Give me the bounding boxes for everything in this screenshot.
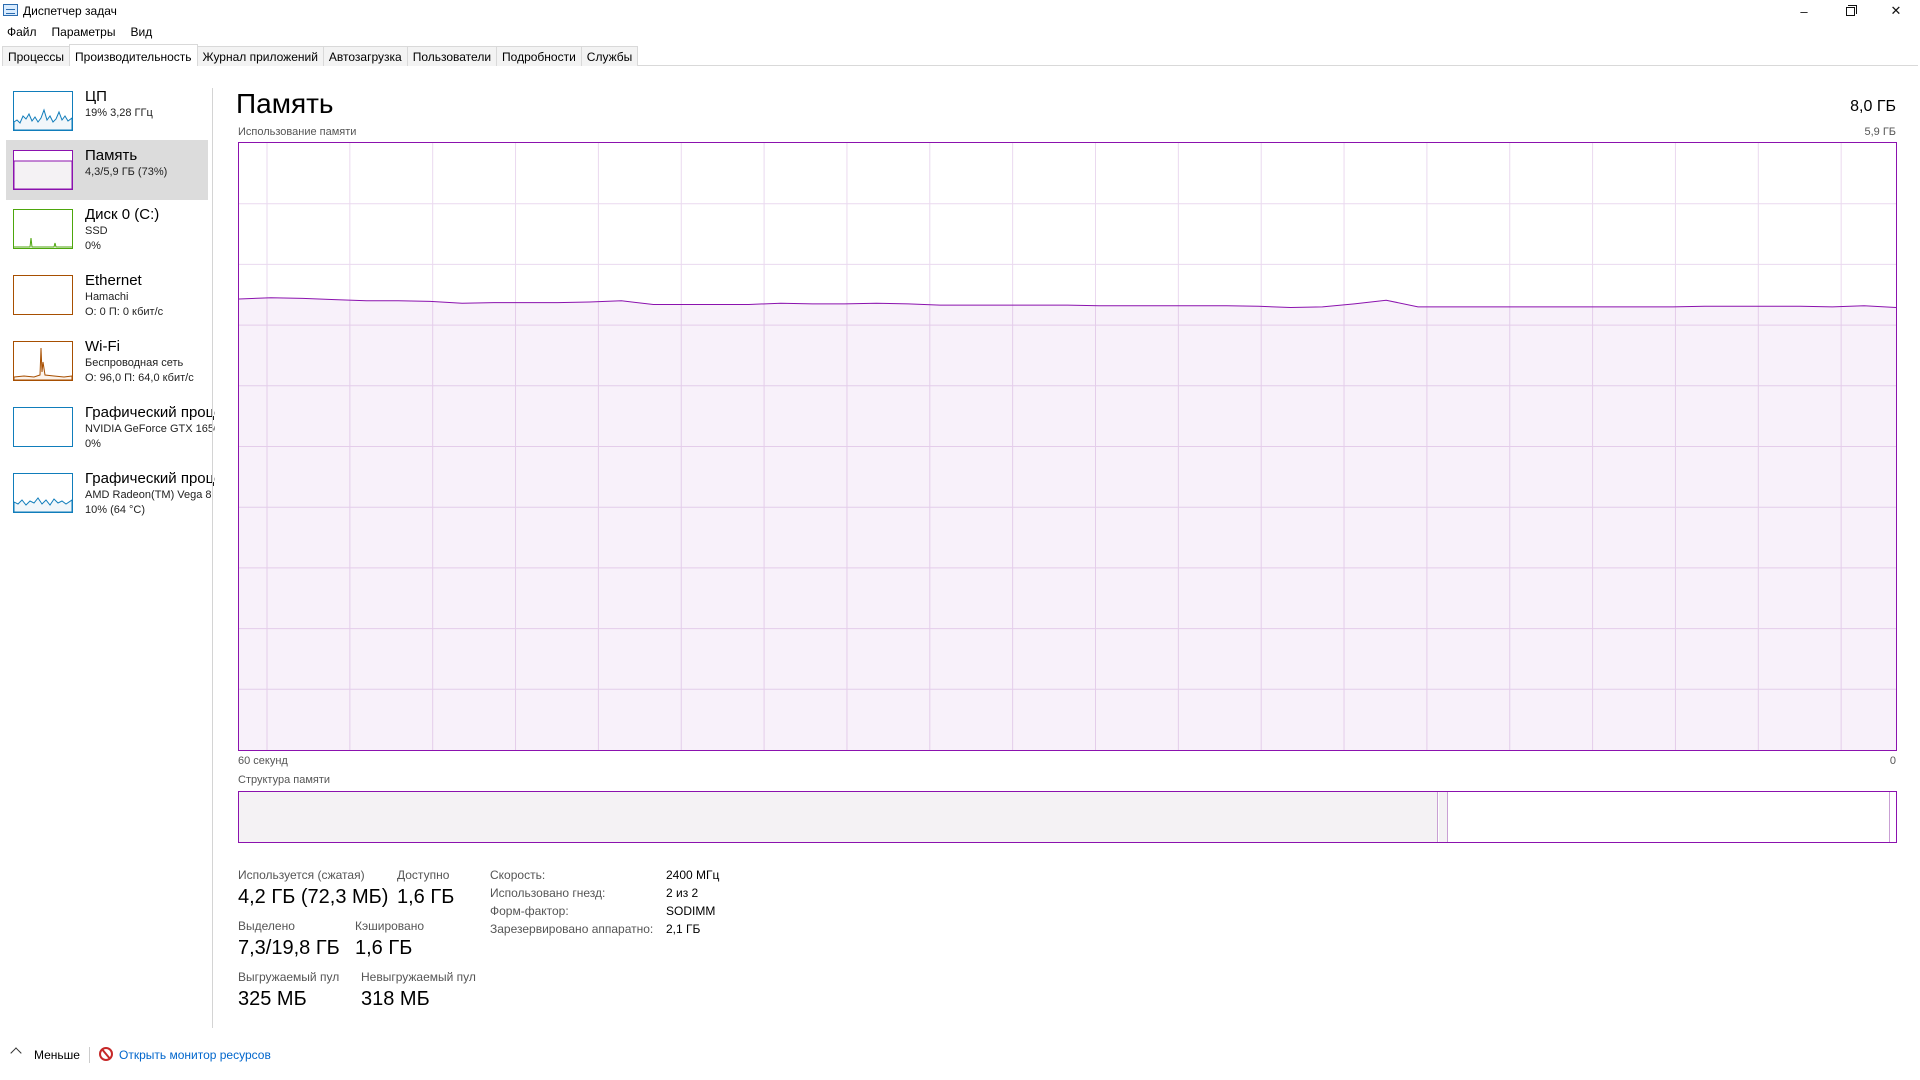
- sidebar-item-detail: Беспроводная сеть: [85, 357, 184, 369]
- title-bar: Диспетчер задач – ✕: [0, 0, 1920, 22]
- sidebar-item-detail: AMD Radeon(TM) Vega 8: [85, 489, 212, 501]
- usage-graph-label: Использование памяти: [238, 126, 357, 138]
- nonpaged-pool-value: 318 МБ: [361, 988, 430, 1010]
- spec-form-factor-label: Форм-фактор:: [490, 904, 569, 918]
- total-memory: 8,0 ГБ: [1850, 98, 1896, 115]
- committed-value: 7,3/19,8 ГБ: [238, 937, 340, 959]
- open-resource-monitor-link[interactable]: Открыть монитор ресурсов: [119, 1048, 271, 1062]
- chevron-up-icon[interactable]: [10, 1047, 22, 1059]
- committed-label: Выделено: [238, 919, 295, 933]
- memory-composition-bar: [238, 791, 1897, 843]
- sidebar-item-detail: О: 0 П: 0 кбит/с: [85, 306, 164, 318]
- composition-in-use[interactable]: [239, 792, 1438, 842]
- spec-form-factor-value: SODIMM: [666, 904, 716, 918]
- paged-pool-value: 325 МБ: [238, 988, 307, 1010]
- task-manager-icon: [3, 4, 18, 16]
- menu-bar: Файл Параметры Вид: [0, 23, 160, 43]
- sidebar-item-detail: SSD: [85, 225, 108, 237]
- menu-options[interactable]: Параметры: [45, 23, 124, 43]
- disk-mini-graph: [13, 209, 73, 249]
- sidebar-divider: [212, 88, 213, 1028]
- sidebar-item-gpu0[interactable]: Графический процессор 0 NVIDIA GeForce G…: [6, 402, 215, 462]
- gpu1-mini-graph: [13, 473, 73, 513]
- graph-zero-label: 0: [1889, 755, 1896, 767]
- spec-slots-value: 2 из 2: [666, 886, 699, 900]
- sidebar-item-label: Диск 0 (C:): [85, 206, 160, 223]
- sidebar-item-label: ЦП: [85, 88, 107, 105]
- tab-details[interactable]: Подробности: [496, 46, 582, 66]
- memory-usage-graph: [238, 142, 1897, 751]
- sidebar-item-label: Ethernet: [85, 272, 142, 289]
- footer-separator: [89, 1047, 90, 1063]
- tab-users[interactable]: Пользователи: [406, 46, 498, 66]
- tab-services[interactable]: Службы: [580, 46, 639, 66]
- sidebar-item-detail: NVIDIA GeForce GTX 1650: [85, 423, 215, 435]
- wifi-mini-graph: [13, 341, 73, 381]
- paged-pool-label: Выгружаемый пул: [238, 970, 340, 984]
- usage-area: [239, 297, 1896, 750]
- nonpaged-pool-label: Невыгружаемый пул: [361, 970, 476, 984]
- sidebar-item-detail: 19% 3,28 ГГц: [85, 107, 153, 119]
- memory-structure-label: Структура памяти: [238, 774, 331, 786]
- sidebar-item-detail: 0%: [85, 438, 101, 450]
- sidebar-item-label: Wi-Fi: [85, 338, 120, 355]
- spec-speed-label: Скорость:: [490, 868, 546, 882]
- in-use-value: 4,2 ГБ (72,3 МБ): [238, 886, 389, 908]
- tab-performance[interactable]: Производительность: [69, 44, 198, 66]
- minimize-button[interactable]: –: [1781, 0, 1827, 22]
- tab-app-history[interactable]: Журнал приложений: [196, 46, 324, 66]
- cached-label: Кэшировано: [355, 919, 425, 933]
- sidebar-item-detail: 10% (64 °C): [85, 504, 146, 516]
- sidebar-item-label: Память: [85, 147, 138, 164]
- cpu-mini-graph: [13, 91, 73, 131]
- sidebar-item-disk[interactable]: Диск 0 (C:) SSD 0%: [6, 204, 208, 264]
- sidebar-item-detail: О: 96,0 П: 64,0 кбит/с: [85, 372, 194, 384]
- in-use-label: Используется (сжатая): [238, 868, 365, 882]
- graph-time-label: 60 секунд: [238, 755, 288, 767]
- window-title: Диспетчер задач: [23, 4, 117, 18]
- sidebar-item-detail: 4,3/5,9 ГБ (73%): [85, 166, 168, 178]
- composition-standby[interactable]: [1448, 792, 1890, 842]
- sidebar-item-ethernet[interactable]: Ethernet Hamachi О: 0 П: 0 кбит/с: [6, 270, 208, 330]
- sidebar-item-memory[interactable]: Память 4,3/5,9 ГБ (73%): [6, 140, 208, 200]
- sidebar-item-gpu1[interactable]: Графический процессор 1 AMD Radeon(TM) V…: [6, 468, 215, 528]
- sidebar-item-detail: Hamachi: [85, 291, 129, 303]
- sidebar-item-wifi[interactable]: Wi-Fi Беспроводная сеть О: 96,0 П: 64,0 …: [6, 336, 208, 396]
- spec-reserved-label: Зарезервировано аппаратно:: [490, 922, 654, 936]
- sidebar-item-detail: 0%: [85, 240, 101, 252]
- page-title: Память: [236, 88, 334, 119]
- spec-speed-value: 2400 МГц: [666, 868, 720, 882]
- sidebar-item-cpu[interactable]: ЦП 19% 3,28 ГГц: [6, 86, 208, 146]
- fewer-details-button[interactable]: Меньше: [34, 1048, 80, 1062]
- usage-graph-max: 5,9 ГБ: [1864, 126, 1896, 138]
- resource-sidebar: ЦП 19% 3,28 ГГц Память 4,3/5,9 ГБ (73%) …: [0, 86, 215, 1026]
- gpu0-mini-graph: [13, 407, 73, 447]
- restore-icon: [1845, 4, 1857, 16]
- available-value: 1,6 ГБ: [397, 886, 455, 908]
- memory-mini-graph: [13, 150, 73, 190]
- cached-value: 1,6 ГБ: [355, 937, 413, 959]
- sidebar-item-label: Графический процессор 0: [85, 404, 215, 421]
- close-button[interactable]: ✕: [1873, 0, 1919, 22]
- spec-reserved-value: 2,1 ГБ: [666, 922, 701, 936]
- ethernet-mini-graph: [13, 275, 73, 315]
- tab-startup[interactable]: Автозагрузка: [322, 46, 408, 66]
- sidebar-item-label: Графический процессор 1: [85, 470, 215, 487]
- tab-bar: Процессы Производительность Журнал прило…: [2, 44, 1918, 66]
- resource-monitor-icon[interactable]: [99, 1047, 113, 1061]
- restore-button[interactable]: [1827, 0, 1873, 22]
- memory-usage-plot: [238, 143, 1897, 750]
- composition-modified[interactable]: [1439, 792, 1448, 842]
- footer: Меньше Открыть монитор ресурсов: [0, 1044, 1920, 1068]
- spec-slots-label: Использовано гнезд:: [490, 886, 606, 900]
- menu-view[interactable]: Вид: [123, 23, 160, 43]
- menu-file[interactable]: Файл: [0, 23, 45, 43]
- tab-processes[interactable]: Процессы: [2, 46, 71, 66]
- available-label: Доступно: [397, 868, 450, 882]
